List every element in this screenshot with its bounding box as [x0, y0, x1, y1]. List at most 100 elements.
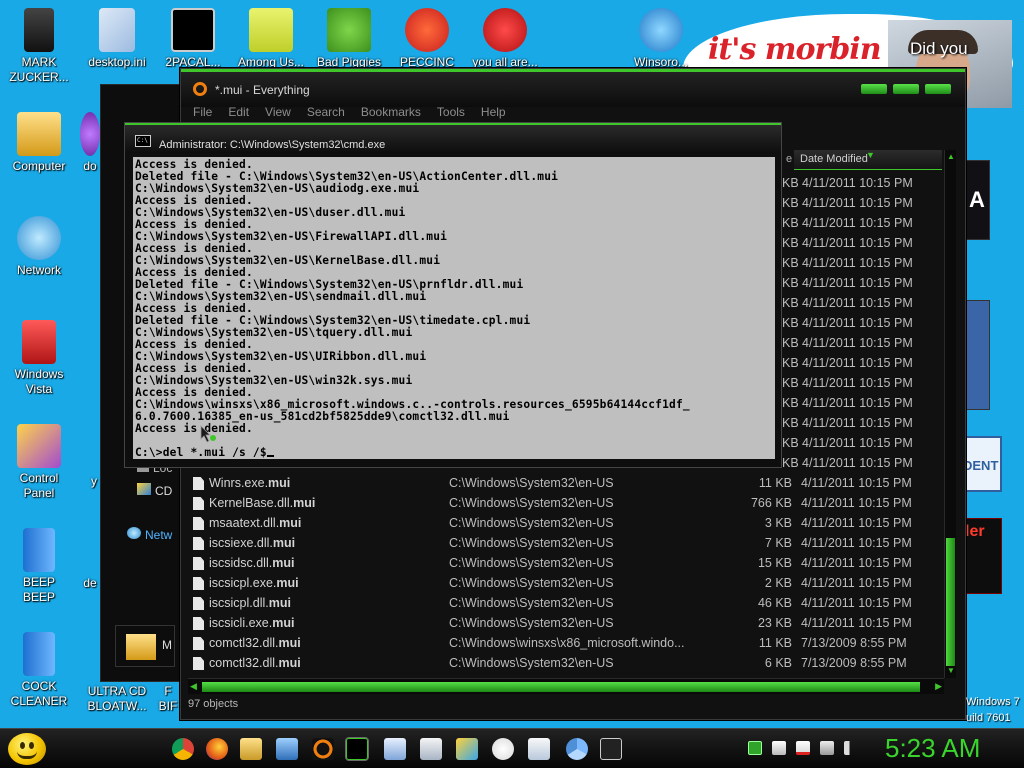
result-row-partial[interactable]: KB 4/11/2011 10:15 PM — [782, 413, 944, 433]
everything-icon[interactable] — [312, 738, 334, 760]
photos-icon[interactable] — [456, 738, 478, 760]
explorer-icon[interactable] — [240, 738, 262, 760]
desktop-icon-cock-cleaner[interactable]: COCK CLEANER — [0, 632, 78, 709]
scroll-down-icon[interactable]: ▼ — [947, 666, 955, 675]
result-row[interactable]: iscsiexe.dll.mui C:\Windows\System32\en-U… — [188, 533, 944, 553]
menu-search[interactable]: Search — [307, 105, 345, 119]
row-path: C:\Windows\System32\en-US — [449, 476, 614, 490]
calculator-icon[interactable] — [420, 738, 442, 760]
row-date-modified: 4/11/2011 10:15 PM — [801, 576, 912, 590]
chrome-icon[interactable] — [172, 738, 194, 760]
desktop-icon-ultra-cd[interactable]: ULTRA CD BLOATW... — [78, 684, 156, 714]
remote-desktop-icon[interactable] — [276, 738, 298, 760]
result-row-partial[interactable]: KB 4/11/2011 10:15 PM — [782, 373, 944, 393]
row-date-modified: 4/11/2011 10:15 PM — [802, 456, 913, 470]
row-path: C:\Windows\System32\en-US — [449, 596, 614, 610]
status-object-count: 97 objects — [188, 698, 239, 710]
taskbar-clock[interactable]: 5:23 AM — [885, 733, 980, 764]
result-row-partial[interactable]: KB 4/11/2011 10:15 PM — [782, 393, 944, 413]
result-row-partial[interactable]: KB 4/11/2011 10:15 PM — [782, 333, 944, 353]
notepad-icon[interactable] — [384, 738, 406, 760]
row-path: C:\Windows\System32\en-US — [449, 616, 614, 630]
menu-view[interactable]: View — [265, 105, 291, 119]
result-row[interactable]: iscsidsc.dll.mui C:\Windows\System32\en-U… — [188, 553, 944, 573]
result-row[interactable]: iscsicli.exe.mui C:\Windows\System32\en-U… — [188, 613, 944, 633]
bg-item-cd[interactable]: CD — [137, 483, 172, 498]
menu-file[interactable]: File — [193, 105, 212, 119]
menu-edit[interactable]: Edit — [228, 105, 249, 119]
desktop-icon-bad-piggies[interactable]: Bad Piggies — [310, 8, 388, 70]
minimize-button[interactable] — [861, 84, 887, 94]
desktop-icon-windows-vista[interactable]: Windows Vista — [0, 320, 78, 397]
result-row-partial[interactable]: KB 4/11/2011 10:15 PM — [782, 173, 944, 193]
result-row[interactable]: iscsicpl.exe.mui C:\Windows\System32\en-U… — [188, 573, 944, 593]
horizontal-scrollbar[interactable]: ◀ ▶ — [188, 678, 944, 694]
menu-tools[interactable]: Tools — [437, 105, 465, 119]
firefox-icon[interactable] — [206, 738, 228, 760]
result-row[interactable]: comctl32.dll.mui C:\Windows\System32\en-U… — [188, 653, 944, 673]
close-button[interactable] — [925, 84, 951, 94]
row-path: C:\Windows\winsxs\x86_microsoft.windo... — [449, 636, 685, 650]
result-row[interactable]: Winrs.exe.mui C:\Windows\System32\en-US 11… — [188, 473, 944, 493]
watermark-line-1: Windows 7 — [966, 696, 1020, 708]
desktop-icon-among-us[interactable]: Among Us... — [232, 8, 310, 70]
desktop-icon-winsoro[interactable]: Winsoro... — [622, 8, 700, 70]
bg-item-m[interactable]: M — [115, 625, 175, 667]
result-row[interactable]: KernelBase.dll.mui C:\Windows\System32\en… — [188, 493, 944, 513]
result-row[interactable]: msaatext.dll.mui C:\Windows\System32\en-U… — [188, 513, 944, 533]
cmd-console-output[interactable]: Access is denied. Deleted file - C:\Windo… — [133, 157, 775, 459]
desktop-icon-computer[interactable]: Computer — [0, 112, 78, 174]
start-button[interactable] — [8, 733, 46, 765]
result-row-partial[interactable]: KB 4/11/2011 10:15 PM — [782, 433, 944, 453]
size-column-header[interactable]: e — [786, 150, 794, 170]
desktop-icon-control-panel[interactable]: Control Panel — [0, 424, 78, 501]
desktop-icon-beep-beep[interactable]: BEEP BEEP — [0, 528, 78, 605]
network-tray-icon[interactable] — [820, 741, 834, 755]
row-date-modified: 4/11/2011 10:15 PM — [802, 276, 913, 290]
cmd-taskbar-icon[interactable] — [345, 737, 369, 761]
desktop-icon-2pacal[interactable]: 2PACAL... — [154, 8, 232, 70]
cmd-window[interactable]: C:\ Administrator: C:\Windows\System32\c… — [124, 122, 782, 468]
scroll-up-icon[interactable]: ▲ — [947, 152, 955, 161]
volume-tray-icon[interactable] — [844, 741, 858, 755]
vertical-scroll-thumb[interactable] — [946, 538, 955, 666]
result-row-partial[interactable]: KB 4/11/2011 10:15 PM — [782, 353, 944, 373]
desktop-icon-you-all-are[interactable]: you all are... — [466, 8, 544, 70]
result-row[interactable]: comctl32.dll.mui C:\Windows\winsxs\x86_mi… — [188, 633, 944, 653]
maximize-button[interactable] — [893, 84, 919, 94]
result-row-partial[interactable]: KB 4/11/2011 10:15 PM — [782, 293, 944, 313]
vertical-scrollbar[interactable]: ▲ ▼ — [944, 150, 956, 678]
cmd-titlebar[interactable]: C:\ Administrator: C:\Windows\System32\c… — [125, 123, 781, 153]
result-row-partial[interactable]: KB 4/11/2011 10:15 PM — [782, 213, 944, 233]
7zip-icon[interactable] — [600, 738, 622, 760]
row-file-basename: iscsicli.exe. — [209, 616, 273, 630]
result-row-partial[interactable]: KB 4/11/2011 10:15 PM — [782, 233, 944, 253]
chromium-icon[interactable] — [566, 738, 588, 760]
everything-titlebar[interactable]: *.mui - Everything — [181, 69, 965, 107]
desktop-icon-peccinc[interactable]: PECCINC — [388, 8, 466, 70]
scroll-right-icon[interactable]: ▶ — [935, 681, 942, 692]
paint-icon[interactable] — [492, 738, 514, 760]
date-modified-column-header[interactable]: Date Modified ▼ — [794, 150, 942, 170]
action-center-tray-icon[interactable] — [796, 741, 810, 755]
result-row-partial[interactable]: KB 4/11/2011 10:15 PM — [782, 253, 944, 273]
printer-tray-icon[interactable] — [772, 741, 786, 755]
menu-bookmarks[interactable]: Bookmarks — [361, 105, 421, 119]
cmd-title: Administrator: C:\Windows\System32\cmd.e… — [159, 139, 386, 151]
bg-item-network[interactable]: Netw — [127, 527, 172, 542]
horizontal-scroll-thumb[interactable] — [202, 682, 920, 692]
result-row[interactable]: iscsicpl.dll.mui C:\Windows\System32\en-U… — [188, 593, 944, 613]
result-row-partial[interactable]: KB 4/11/2011 10:15 PM — [782, 273, 944, 293]
result-row-partial[interactable]: KB 4/11/2011 10:15 PM — [782, 313, 944, 333]
desktop-icon-network[interactable]: Network — [0, 216, 78, 278]
desktop-icon-mark[interactable]: MARK ZUCKER... — [0, 8, 78, 85]
result-row-partial[interactable]: KB 4/11/2011 10:15 PM — [782, 193, 944, 213]
menu-help[interactable]: Help — [481, 105, 506, 119]
scroll-left-icon[interactable]: ◀ — [190, 681, 197, 692]
desktop-icon-label: ULTRA CD BLOATW... — [87, 684, 147, 713]
cpu-tray-icon[interactable] — [748, 741, 762, 755]
row-size: 11 KB — [758, 636, 792, 650]
result-row-partial[interactable]: KB 4/11/2011 10:15 PM — [782, 453, 944, 473]
document-icon[interactable] — [528, 738, 550, 760]
desktop-icon-desktop-ini[interactable]: desktop.ini — [78, 8, 156, 70]
